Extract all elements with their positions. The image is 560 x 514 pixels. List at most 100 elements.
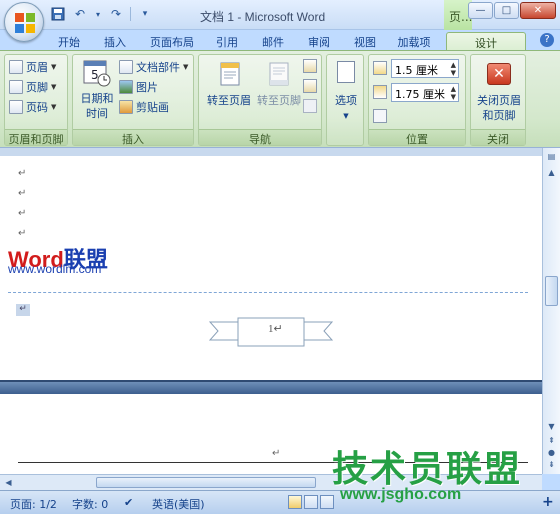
h-scroll-thumb[interactable] — [96, 477, 316, 488]
goto-header-icon — [220, 62, 240, 86]
goto-header-label: 转至页眉 — [207, 94, 251, 107]
link-previous-icon[interactable] — [303, 99, 317, 113]
tab-review[interactable]: 审阅 — [302, 32, 336, 50]
proofing-icon[interactable]: ✔ — [124, 496, 133, 509]
header-distance-input[interactable]: 1.5 厘米 ▲ ▼ — [391, 59, 459, 78]
group-label: 导航 — [199, 129, 321, 146]
footer-distance-value: 1.75 厘米 — [395, 88, 445, 101]
next-page-icon[interactable]: ⇟ — [545, 458, 558, 471]
ribbon: 页眉 ▼ 页脚 ▼ 页码 ▼ 页眉和页脚 5 日期和 时间 文档部件 ▼ 图片 … — [0, 50, 560, 148]
undo-dropdown-icon[interactable]: ▾ — [94, 6, 102, 22]
date-time-label-2: 时间 — [86, 107, 108, 120]
watermark-text: 技术员联盟 — [332, 449, 523, 490]
options-label: 选项 — [335, 94, 357, 107]
tab-design[interactable]: 设计 — [446, 32, 526, 50]
tab-page-layout[interactable]: 页面布局 — [144, 32, 200, 50]
ribbon-tabs: 开始 插入 页面布局 引用 邮件 审阅 视图 加载项 设计 ? — [0, 30, 560, 50]
document-area[interactable]: ↵ ↵ ↵ ↵ Word联盟 www.wordlm.com ↵ 1↵ ↵ — [0, 156, 542, 474]
group-options: 选项 ▼ — [326, 54, 364, 146]
language-indicator[interactable]: 英语(美国) — [152, 496, 205, 512]
nav-next-icon[interactable] — [303, 79, 317, 93]
ruler-toggle-icon[interactable]: ▤ — [545, 150, 558, 163]
footer-label: 页脚 — [26, 81, 48, 94]
clipart-icon — [119, 100, 133, 114]
close-label-1: 关闭页眉 — [477, 94, 521, 107]
footer-distance-input[interactable]: 1.75 厘米 ▲ ▼ — [391, 83, 459, 102]
help-icon[interactable]: ? — [540, 33, 554, 47]
calendar-clock-icon: 5 — [83, 60, 111, 87]
chevron-down-icon: ▼ — [51, 83, 57, 91]
goto-header-button[interactable]: 转至页眉 — [203, 59, 255, 115]
print-layout-view-icon[interactable] — [288, 495, 302, 509]
group-position: 1.5 厘米 ▲ ▼ 1.75 厘米 ▲ ▼ 位置 — [368, 54, 466, 146]
word-count[interactable]: 字数: 0 — [72, 496, 108, 512]
goto-footer-icon — [269, 62, 289, 86]
header-icon — [9, 60, 23, 74]
vertical-scrollbar[interactable]: ▤ ▲ ▼ ⇞ ● ⇟ — [542, 148, 560, 474]
title-bar: ↶ ▾ ↷ ▾ 文档 1 - Microsoft Word 页... — □ ✕ — [0, 0, 560, 30]
customize-qat-button[interactable]: ▾ — [137, 6, 153, 22]
tab-view[interactable]: 视图 — [348, 32, 382, 50]
window-title: 文档 1 - Microsoft Word — [200, 10, 326, 24]
scroll-up-icon[interactable]: ▲ — [545, 166, 558, 179]
spin-arrows-icon[interactable]: ▲ ▼ — [451, 85, 456, 101]
page-number-icon — [9, 100, 23, 114]
group-insert: 5 日期和 时间 文档部件 ▼ 图片 剪贴画 插入 — [72, 54, 194, 146]
spin-arrows-icon[interactable]: ▲ ▼ — [451, 61, 456, 77]
header-button[interactable]: 页眉 ▼ — [9, 59, 56, 75]
tab-references[interactable]: 引用 — [210, 32, 244, 50]
group-label: 插入 — [73, 129, 193, 146]
undo-button[interactable]: ↶ — [72, 6, 88, 22]
scroll-left-icon[interactable]: ◀ — [2, 476, 15, 489]
scroll-down-icon[interactable]: ▼ — [545, 420, 558, 433]
tab-addins[interactable]: 加载项 — [392, 32, 436, 50]
group-navigation: 转至页眉 转至页脚 导航 — [198, 54, 322, 146]
group-header-footer: 页眉 ▼ 页脚 ▼ 页码 ▼ 页眉和页脚 — [4, 54, 68, 146]
doc-parts-button[interactable]: 文档部件 ▼ — [119, 59, 188, 75]
close-header-footer-button[interactable]: ✕ 关闭页眉 和页脚 — [473, 59, 525, 129]
full-screen-view-icon[interactable] — [304, 495, 318, 509]
zoom-in-button[interactable]: + — [542, 494, 554, 510]
header-label: 页眉 — [26, 61, 48, 74]
redo-button[interactable]: ↷ — [108, 6, 124, 22]
qat-separator — [130, 7, 131, 21]
window-controls: — □ ✕ — [468, 2, 556, 19]
options-button[interactable]: 选项 ▼ — [329, 59, 363, 129]
footer-position-icon — [373, 85, 387, 99]
nav-prev-icon[interactable] — [303, 59, 317, 73]
group-label: 关闭 — [471, 129, 525, 146]
scroll-thumb[interactable] — [545, 276, 558, 306]
tab-mailings[interactable]: 邮件 — [256, 32, 290, 50]
group-label: 位置 — [369, 129, 465, 146]
date-time-button[interactable]: 5 日期和 时间 — [77, 59, 117, 129]
office-logo-icon — [15, 13, 35, 33]
maximize-button[interactable]: □ — [494, 2, 519, 19]
header-position-icon — [373, 61, 387, 75]
picture-label: 图片 — [136, 81, 158, 94]
insert-align-tab-icon[interactable] — [373, 109, 387, 123]
page-number-button[interactable]: 页码 ▼ — [9, 99, 56, 115]
goto-footer-button[interactable]: 转至页脚 — [255, 59, 303, 115]
page-count[interactable]: 页面: 1/2 — [10, 496, 57, 512]
chevron-down-icon: ▼ — [183, 63, 189, 71]
footer-button[interactable]: 页脚 ▼ — [9, 79, 56, 95]
minimize-button[interactable]: — — [468, 2, 493, 19]
footer-boundary-line — [8, 292, 528, 293]
web-layout-view-icon[interactable] — [320, 495, 334, 509]
save-icon[interactable] — [50, 6, 66, 22]
chevron-down-icon: ▼ — [343, 112, 349, 120]
close-icon: ✕ — [487, 63, 511, 85]
logo-url: www.wordlm.com — [8, 262, 102, 276]
clipart-button[interactable]: 剪贴画 — [119, 99, 169, 115]
tab-insert[interactable]: 插入 — [98, 32, 132, 50]
picture-button[interactable]: 图片 — [119, 79, 158, 95]
close-button[interactable]: ✕ — [520, 2, 556, 19]
paragraph-mark: ↵ — [272, 448, 281, 459]
clipart-label: 剪贴画 — [136, 101, 169, 114]
office-button[interactable] — [4, 2, 44, 42]
paragraph-mark: ↵ — [18, 228, 27, 239]
paragraph-mark: ↵ — [18, 208, 27, 219]
svg-text:5: 5 — [91, 68, 99, 82]
footer-icon — [9, 80, 23, 94]
tab-home[interactable]: 开始 — [52, 32, 86, 50]
